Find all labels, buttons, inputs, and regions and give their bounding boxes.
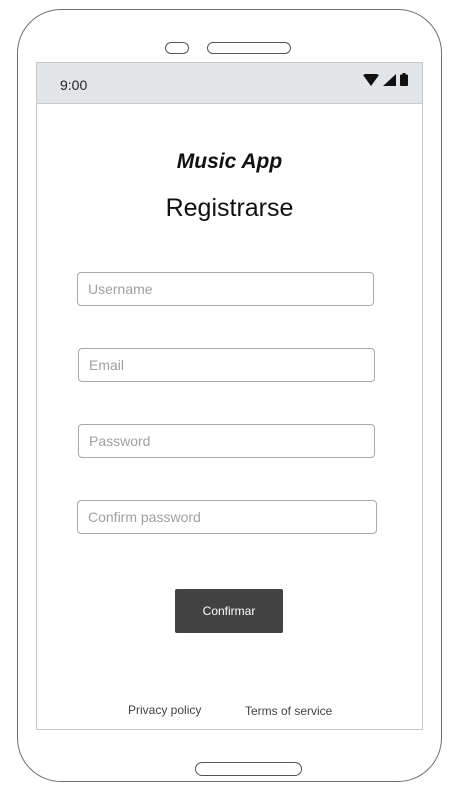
status-icons: [363, 73, 408, 91]
confirm-button[interactable]: Confirmar: [175, 589, 283, 633]
terms-of-service-link[interactable]: Terms of service: [245, 704, 332, 718]
earpiece-speaker: [207, 42, 291, 54]
battery-icon: [400, 73, 408, 91]
confirm-password-field[interactable]: [77, 500, 377, 534]
status-bar: 9:00: [37, 63, 422, 104]
status-time: 9:00: [60, 77, 88, 93]
page-title: Registrarse: [165, 194, 294, 222]
signal-icon: [383, 73, 396, 91]
password-field[interactable]: [78, 424, 375, 458]
email-field[interactable]: [78, 348, 375, 382]
front-camera: [165, 42, 189, 54]
home-button[interactable]: [195, 762, 302, 776]
wifi-icon: [363, 73, 379, 91]
app-title: Music App: [176, 150, 283, 173]
username-field[interactable]: [77, 272, 374, 306]
privacy-policy-link[interactable]: Privacy policy: [128, 703, 201, 717]
phone-screen: 9:00 Music App Registrarse Confirmar Pri…: [36, 62, 423, 730]
